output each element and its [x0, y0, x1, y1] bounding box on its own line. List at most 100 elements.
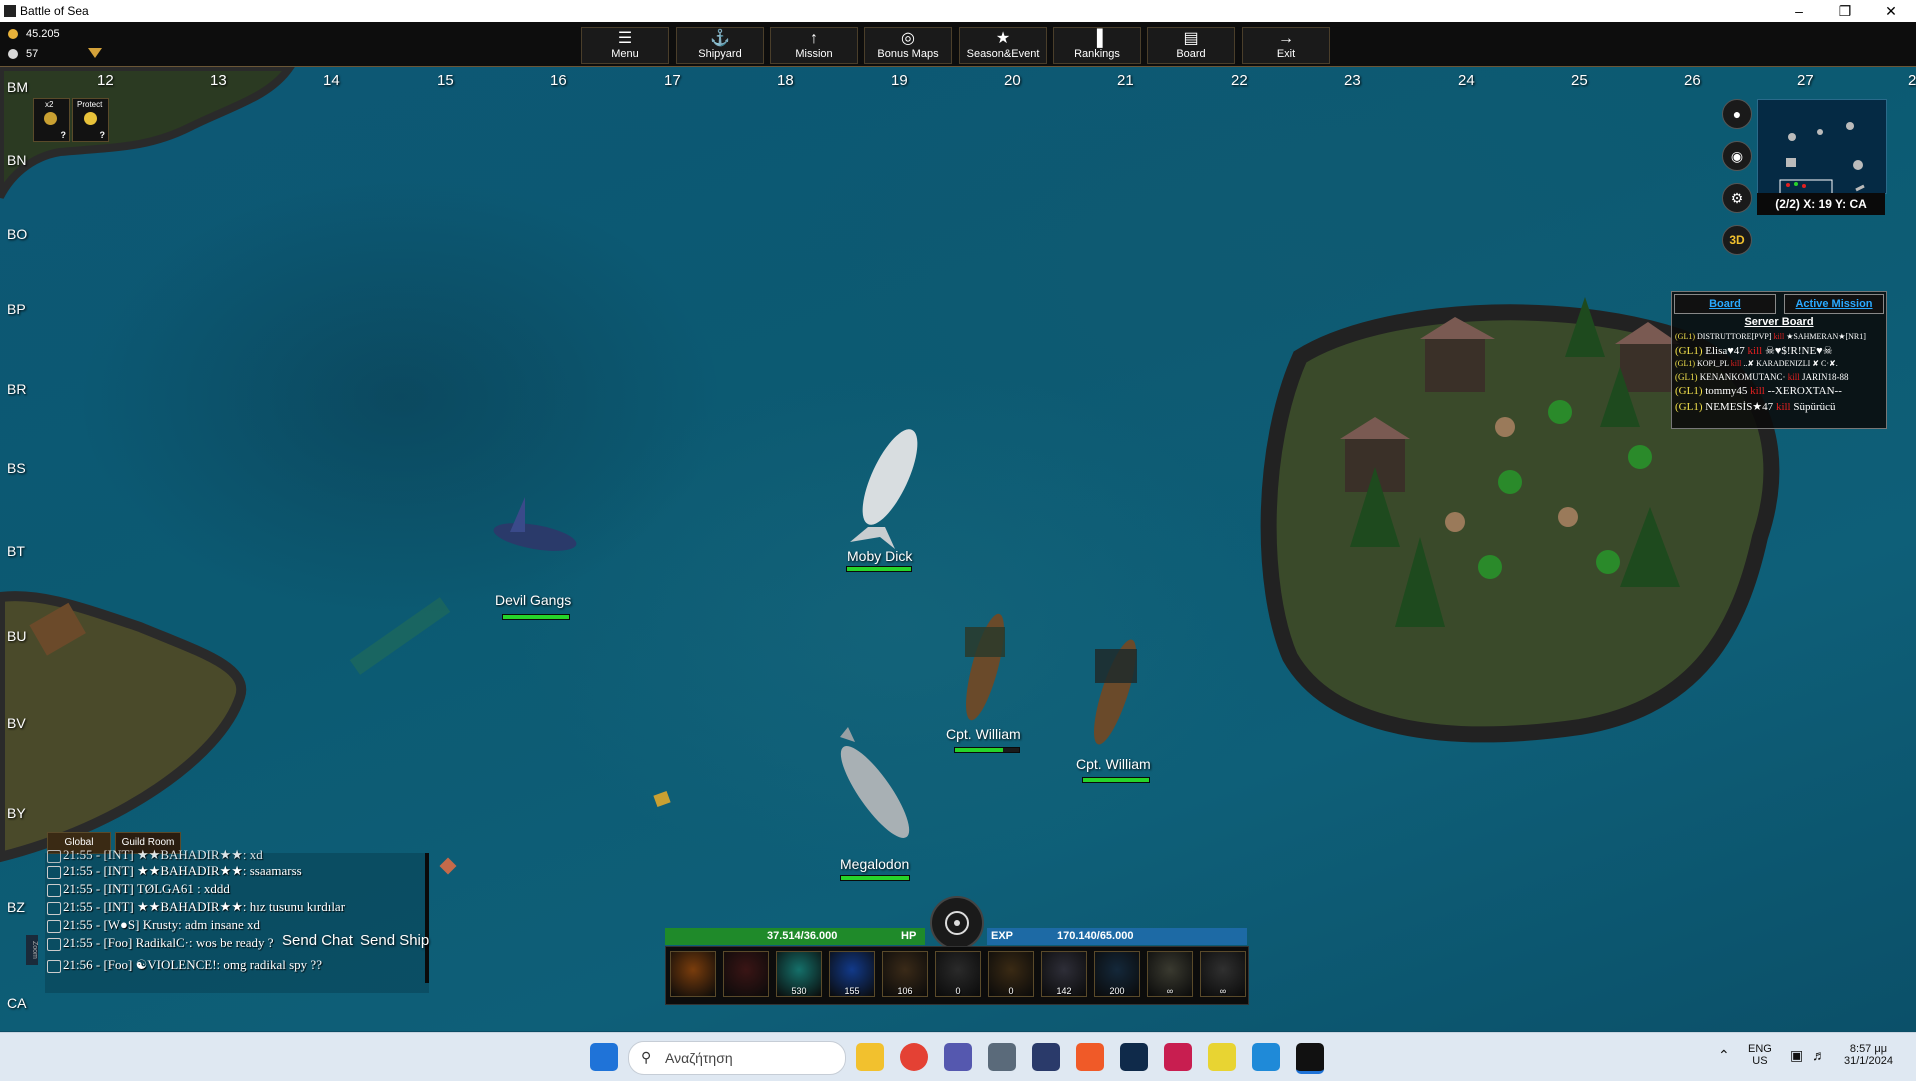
tab-active-mission[interactable]: Active Mission — [1784, 294, 1884, 314]
chat-message: 21:56 - [Foo] ☯VIOLENCE!: omg radikal sp… — [47, 957, 322, 973]
moby-dick-whale — [850, 429, 918, 549]
megalodon-shark — [840, 727, 910, 838]
exit-button[interactable]: → Exit — [1242, 27, 1330, 64]
smoke-bomb-slot[interactable]: 0 — [935, 951, 981, 997]
language-indicator[interactable]: ENG US — [1748, 1043, 1772, 1067]
double-exp-buff[interactable]: x2 ? — [33, 98, 70, 142]
vscode-icon[interactable] — [1252, 1043, 1280, 1071]
chat-zoom-button[interactable]: Zoom — [26, 935, 38, 965]
cross-skill-slot[interactable] — [723, 951, 769, 997]
flame-shot-slot[interactable]: 106 — [882, 951, 928, 997]
avatar-icon — [47, 865, 61, 879]
shield-icon — [84, 112, 97, 125]
game-top-bar: 45.205 57 ☰ Menu ⚓ Shipyard ↑ Mission ◎ Bonu… — [0, 22, 1916, 67]
clock[interactable]: 8:57 μμ 31/1/2024 — [1844, 1043, 1893, 1067]
menu-button[interactable]: ☰ Menu — [581, 27, 669, 64]
column-tick: 21 — [1117, 72, 1134, 89]
rankings-button[interactable]: ▐ Rankings — [1053, 27, 1141, 64]
calculator-icon[interactable] — [988, 1043, 1016, 1071]
location-pin-icon[interactable]: ◉ — [1722, 141, 1752, 171]
column-tick: 26 — [1684, 72, 1701, 89]
bonus-maps-button[interactable]: ◎ Bonus Maps — [864, 27, 952, 64]
stat-bar: 37.514/36.000 HP EXP 170.140/65.000 — [665, 928, 1247, 945]
mission-button[interactable]: ↑ Mission — [770, 27, 858, 64]
volume-icon[interactable]: ♬ — [1812, 1047, 1826, 1063]
pearl-icon — [8, 49, 18, 60]
column-tick: 20 — [1004, 72, 1021, 89]
file-explorer-icon[interactable] — [856, 1043, 884, 1071]
column-tick: 22 — [1231, 72, 1248, 89]
resource-dropdown-icon[interactable] — [88, 48, 102, 58]
board-button[interactable]: ▤ Board — [1147, 27, 1235, 64]
skill-bar: 530 155 106 0 0 142 200 ∞ ∞ — [665, 946, 1249, 1005]
compass-icon: ◎ — [901, 30, 915, 47]
sketch-tool-icon[interactable] — [1208, 1043, 1236, 1071]
gold-icon — [8, 29, 18, 40]
3d-toggle-button[interactable]: 3D — [1722, 225, 1752, 255]
chevron-up-icon[interactable]: ⌃ — [1718, 1047, 1730, 1064]
row-tick: BR — [7, 381, 27, 397]
windows-start-icon[interactable] — [590, 1043, 618, 1071]
app-icon — [4, 5, 16, 17]
column-tick: 25 — [1571, 72, 1588, 89]
mine-slot[interactable]: ∞ — [1147, 951, 1193, 997]
unit-label[interactable]: Megalodon — [840, 856, 909, 872]
buff-coin-icon — [44, 112, 57, 125]
menu-icon: ☰ — [617, 30, 633, 47]
battle-of-sea-taskbar-icon[interactable] — [1296, 1043, 1324, 1074]
paint-app-icon[interactable] — [1032, 1043, 1060, 1071]
jetbrains-icon[interactable] — [1164, 1043, 1192, 1071]
row-tick: CA — [7, 995, 27, 1011]
send-chat-button[interactable]: Send Chat — [282, 932, 353, 949]
teams-icon[interactable] — [944, 1043, 972, 1071]
column-tick: 23 — [1344, 72, 1361, 89]
chat-bubble-icon[interactable]: ● — [1722, 99, 1752, 129]
fire-skill-slot[interactable] — [670, 951, 716, 997]
protect-buff[interactable]: Protect ? — [72, 98, 109, 142]
anchor-icon: ⚓ — [710, 30, 730, 47]
gear-icon[interactable]: ⚙ — [1722, 183, 1752, 213]
barrel-slot[interactable]: 0 — [988, 951, 1034, 997]
taskbar-search[interactable]: ⚲ Αναζήτηση — [628, 1041, 846, 1075]
close-button[interactable]: ✕ — [1868, 0, 1914, 22]
kill-feed-entry: (GL1) DISTRUTTORE[PVP] kill ★SAHMERAN★[N… — [1675, 332, 1866, 341]
game-map[interactable]: 12 13 14 15 16 17 18 19 20 21 22 23 24 2… — [0, 67, 1916, 1031]
send-ship-button[interactable]: Send Ship — [360, 932, 429, 949]
tab-board[interactable]: Board — [1674, 294, 1776, 314]
cannon-slot[interactable]: ∞ — [1200, 951, 1246, 997]
chat-scrollbar[interactable] — [425, 853, 429, 983]
network-icon[interactable]: ▣ — [1790, 1047, 1803, 1064]
avatar-icon — [47, 937, 61, 951]
arrow-up-icon: ↑ — [810, 30, 818, 47]
vortex-skill-slot[interactable]: 155 — [829, 951, 875, 997]
cpt-william-ship-2 — [1093, 639, 1137, 745]
unit-label[interactable]: Moby Dick — [847, 548, 912, 564]
hp-label: HP — [901, 930, 917, 942]
cpt-william-ship-1 — [965, 613, 1005, 721]
unit-label[interactable]: Cpt. William — [946, 726, 1021, 742]
minimap[interactable] — [1757, 99, 1887, 199]
xampp-icon[interactable] — [1076, 1043, 1104, 1071]
hp-value: 37.514/36.000 — [767, 930, 838, 942]
kill-feed-entry: (GL1) NEMESİS★47 kill Süpürücü — [1675, 401, 1836, 413]
unit-label[interactable]: Cpt. William — [1076, 756, 1151, 772]
chat-message: 21:55 - [INT] TØLGA61 : xddd — [47, 881, 230, 897]
chat-message: 21:55 - [Foo] RadikalC·: wos be ready ? — [47, 935, 273, 951]
floating-chest — [653, 790, 671, 808]
stone-slot[interactable]: 142 — [1041, 951, 1087, 997]
chat-message: 21:55 - [INT] ★★BAHADIR★★: xd — [47, 847, 263, 863]
maximize-button[interactable]: ❐ — [1822, 0, 1868, 22]
season-event-button[interactable]: ★ Season&Event — [959, 27, 1047, 64]
minimize-button[interactable]: – — [1776, 0, 1822, 22]
chat-log[interactable]: 21:55 - [INT] ★★BAHADIR★★: xd 21:55 - [I… — [45, 847, 429, 993]
shipyard-button[interactable]: ⚓ Shipyard — [676, 27, 764, 64]
photoshop-icon[interactable] — [1120, 1043, 1148, 1071]
wave-slot[interactable]: 200 — [1094, 951, 1140, 997]
chrome-icon[interactable] — [900, 1043, 928, 1071]
window-title: Battle of Sea — [20, 4, 89, 18]
claw-skill-slot[interactable]: 530 — [776, 951, 822, 997]
column-tick: 17 — [664, 72, 681, 89]
unit-hp-bar — [840, 875, 910, 881]
column-tick: 15 — [437, 72, 454, 89]
unit-label[interactable]: Devil Gangs — [495, 592, 571, 608]
